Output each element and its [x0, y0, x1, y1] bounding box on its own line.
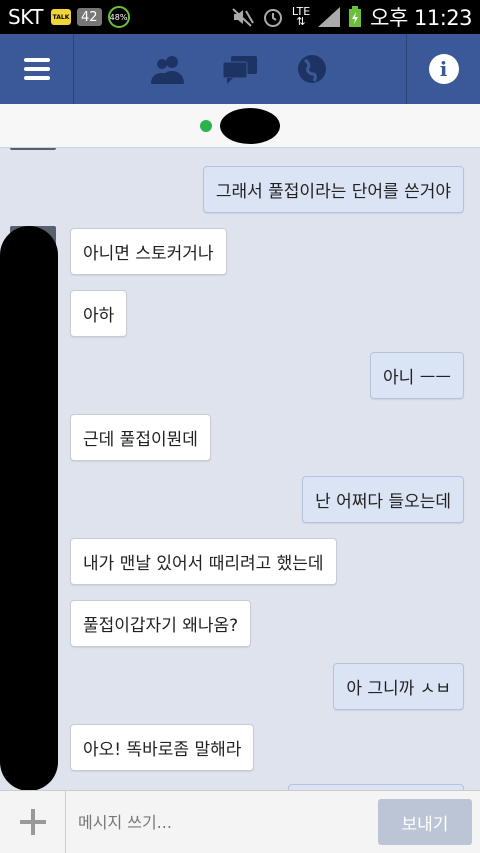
hamburger-menu-icon[interactable]	[0, 34, 74, 104]
message-bubble-received: 아하	[70, 290, 128, 337]
signal-icon	[318, 7, 341, 27]
battery-circle-icon: 48%	[107, 6, 130, 28]
avatar	[10, 148, 56, 150]
send-button[interactable]: 보내기	[378, 799, 472, 845]
status-bar: SKT TALK 42 48% LTE ⇅ 오후 11:23	[0, 0, 480, 34]
message-bubble-received: 아오! 똑바로좀 말해라	[70, 724, 255, 771]
message-input[interactable]	[66, 790, 378, 853]
info-button[interactable]: i	[406, 34, 480, 104]
message-bubble-received: 풀접이갑자기 왜나옴?	[70, 600, 252, 647]
globe-icon[interactable]	[292, 49, 332, 89]
alarm-icon	[263, 9, 282, 27]
message-bubble-received: 근데 풀접이뭔데	[70, 414, 211, 461]
plus-icon[interactable]	[0, 790, 66, 853]
network-label: LTE ⇅	[291, 5, 311, 28]
messages-icon[interactable]	[220, 49, 260, 89]
redaction-mark	[0, 226, 58, 790]
battery-icon	[349, 6, 362, 27]
message-bubble-sent: 아 그니까 ㅅㅂ	[333, 663, 464, 710]
notification-count-badge: 42	[76, 8, 102, 26]
friends-icon[interactable]	[148, 49, 188, 89]
online-status-dot	[200, 119, 212, 132]
app-header: i	[0, 34, 480, 104]
message-bubble-sent: 난 어쩌다 들오는데	[302, 476, 464, 523]
redacted-contact-name	[220, 107, 280, 144]
message-bubble-received: 아니면 스토커거나	[70, 228, 227, 275]
message-bubble-sent: 그래서 풀접이라는 단어를 쓴거야	[202, 166, 464, 213]
info-icon: i	[428, 54, 459, 84]
contact-bar	[0, 104, 480, 148]
message-list: 그래서 풀접이라는 단어를 쓴거야 아니면 스토커거나 아하 아니 ㅡㅡ 근데 …	[0, 148, 480, 790]
talk-app-icon: TALK	[50, 9, 71, 25]
mute-icon	[232, 8, 254, 27]
message-bubble-sent: 아니 ㅡㅡ	[370, 352, 464, 399]
battery-percent-label: 48%	[109, 12, 128, 22]
carrier-label: SKT	[8, 5, 43, 29]
clock-label: 오후 11:23	[370, 6, 472, 30]
network-type: LTE	[291, 5, 311, 18]
message-bubble-received: 내가 맨날 있어서 때리려고 했는데	[70, 538, 337, 585]
compose-bar: 보내기	[0, 790, 480, 853]
